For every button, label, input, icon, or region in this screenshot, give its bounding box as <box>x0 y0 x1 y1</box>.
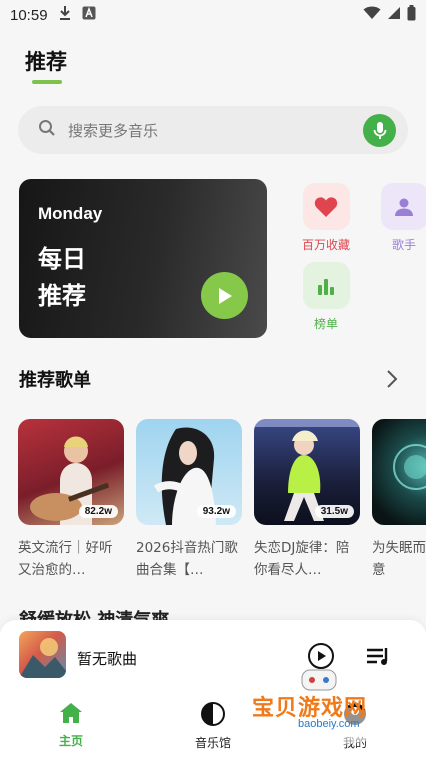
play-icon <box>318 651 326 661</box>
a-letter-icon <box>82 6 96 24</box>
chevron-right-icon[interactable] <box>383 368 401 390</box>
daily-title: 每日推荐 <box>38 245 86 310</box>
playlist-cover: 93.2w <box>136 419 242 525</box>
play-count-badge: 93.2w <box>196 505 236 518</box>
now-playing-play-button[interactable] <box>308 643 334 669</box>
search-icon <box>38 119 56 141</box>
battery-icon <box>407 5 416 25</box>
search-bar[interactable]: 搜索更多音乐 <box>18 106 408 154</box>
tab-recommend[interactable]: 推荐 <box>25 46 67 76</box>
playlist-name: 为失眠而收集困意 <box>372 540 426 578</box>
tab-indicator <box>32 80 62 84</box>
quick-entry-label: 榜单 <box>313 317 338 331</box>
playlist-card[interactable]: 31.5w 失恋DJ旋律：陪你看尽人… <box>254 419 360 581</box>
play-icon <box>218 287 232 304</box>
person-icon <box>380 183 426 230</box>
quick-entry-charts[interactable]: 榜单 <box>296 262 356 332</box>
app-screen: 10:59 推荐 搜索更多音乐 Monday 每日推荐 百万收藏 歌手 榜单 推… <box>0 0 426 757</box>
heart-icon <box>302 183 350 230</box>
home-icon <box>60 703 82 723</box>
section-title-recommended: 推荐歌单 <box>19 370 91 391</box>
signal-icon <box>387 6 401 24</box>
search-placeholder: 搜索更多音乐 <box>68 121 159 140</box>
chart-icon <box>302 262 350 309</box>
daily-day: Monday <box>38 204 103 223</box>
playlist-queue-button[interactable] <box>366 646 392 668</box>
daily-play-button[interactable] <box>201 272 248 319</box>
status-bar: 10:59 <box>0 0 426 30</box>
playlist-name: 2026抖音热门歌曲合集【… <box>136 540 238 578</box>
voice-search-button[interactable] <box>363 114 396 147</box>
quick-entry-label: 百万收藏 <box>301 238 350 252</box>
playlist-name: 失恋DJ旋律：陪你看尽人… <box>254 540 350 578</box>
nav-home[interactable]: 主页 <box>31 702 111 749</box>
playlist-cover: 31.5w <box>254 419 360 525</box>
playlist-card[interactable]: 93.2w 2026抖音热门歌曲合集【… <box>136 419 242 581</box>
play-count-badge: 82.2w <box>78 505 118 518</box>
nav-label: 音乐馆 <box>194 736 231 750</box>
playlist-name: 英文流行｜好听又治愈的… <box>18 540 113 578</box>
daily-recommend-card[interactable]: Monday 每日推荐 <box>19 179 267 338</box>
music-hall-icon <box>201 702 225 726</box>
now-playing-cover[interactable] <box>19 631 66 678</box>
play-count-badge: 31.5w <box>314 505 354 518</box>
queue-list-icon <box>367 648 388 665</box>
watermark-url: baobeiy.com <box>298 718 360 730</box>
download-icon <box>58 5 72 25</box>
playlist-card[interactable]: 为失眠而收集困意 <box>372 419 426 581</box>
now-playing-title: 暂无歌曲 <box>77 650 138 668</box>
wifi-icon <box>363 6 381 24</box>
nav-label: 主页 <box>58 734 83 748</box>
quick-entry-label: 歌手 <box>391 238 416 252</box>
microphone-icon <box>373 121 386 139</box>
quick-entry-collection[interactable]: 百万收藏 <box>296 183 356 253</box>
watermark-logo: 宝贝游戏网 baobeiy.com <box>250 668 400 748</box>
playlist-cover: 82.2w <box>18 419 124 525</box>
playlist-cover <box>372 419 426 525</box>
nav-music-hall[interactable]: 音乐馆 <box>173 702 253 751</box>
playlist-card[interactable]: 82.2w 英文流行｜好听又治愈的… <box>18 419 124 581</box>
status-time: 10:59 <box>10 6 48 24</box>
quick-entry-singers[interactable]: 歌手 <box>374 183 426 253</box>
